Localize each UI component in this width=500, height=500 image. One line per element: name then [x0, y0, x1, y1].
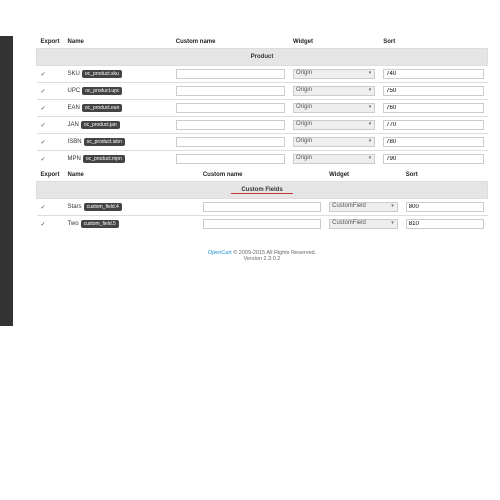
export-checkbox[interactable]: ✓: [41, 106, 46, 112]
product-row: ✓ MPNoc_product.mpn Origin: [37, 151, 488, 168]
field-tag: oc_product.upc: [82, 87, 122, 95]
field-label: Stars: [68, 204, 82, 210]
export-checkbox[interactable]: ✓: [41, 123, 46, 129]
sort-input[interactable]: [383, 86, 483, 96]
header-custom-name: Custom name: [199, 169, 325, 182]
custom-field-row: ✓ Starscustom_field.4 CustomField: [37, 199, 488, 216]
widget-select[interactable]: Origin: [293, 154, 375, 164]
header-widget: Widget: [289, 36, 379, 49]
sort-input[interactable]: [406, 202, 484, 212]
export-checkbox[interactable]: ✓: [41, 205, 46, 211]
field-tag: oc_product.ean: [82, 104, 122, 112]
widget-select[interactable]: Origin: [293, 120, 375, 130]
field-label: ISBN: [68, 139, 82, 145]
product-row: ✓ JANoc_product.jan Origin: [37, 117, 488, 134]
sort-input[interactable]: [383, 103, 483, 113]
header-sort: Sort: [379, 36, 487, 49]
field-tag: custom_field.5: [81, 220, 119, 228]
widget-select[interactable]: CustomField: [329, 202, 398, 212]
custom-name-input[interactable]: [203, 202, 321, 212]
field-label: SKU: [68, 71, 80, 77]
field-label: UPC: [68, 88, 81, 94]
field-label: MPN: [68, 156, 81, 162]
custom-name-input[interactable]: [176, 69, 285, 79]
field-tag: oc_product.isbn: [84, 138, 125, 146]
section-product: Product: [37, 49, 488, 66]
section-custom-fields: Custom Fields: [37, 182, 488, 199]
main-content: Export Name Custom name Widget Sort Prod…: [36, 36, 488, 262]
product-row: ✓ ISBNoc_product.isbn Origin: [37, 134, 488, 151]
header-custom-name: Custom name: [172, 36, 289, 49]
header-sort: Sort: [402, 169, 488, 182]
field-label: EAN: [68, 105, 80, 111]
widget-select[interactable]: Origin: [293, 103, 375, 113]
product-row: ✓ UPCoc_product.upc Origin: [37, 83, 488, 100]
export-checkbox[interactable]: ✓: [41, 157, 46, 163]
section-product-label: Product: [251, 54, 274, 60]
header-widget: Widget: [325, 169, 402, 182]
sort-input[interactable]: [383, 120, 483, 130]
footer-brand-link[interactable]: OpenCart: [208, 250, 232, 256]
section-custom-fields-label: Custom Fields: [241, 187, 282, 193]
custom-field-row: ✓ Twocustom_field.5 CustomField: [37, 216, 488, 233]
field-tag: oc_product.jan: [81, 121, 120, 129]
export-checkbox[interactable]: ✓: [41, 222, 46, 228]
header-export: Export: [37, 36, 64, 49]
header-export: Export: [37, 169, 64, 182]
custom-name-input[interactable]: [176, 103, 285, 113]
table-header-row: Export Name Custom name Widget Sort: [37, 169, 488, 182]
sort-input[interactable]: [406, 219, 484, 229]
export-checkbox[interactable]: ✓: [41, 89, 46, 95]
widget-select[interactable]: Origin: [293, 69, 375, 79]
widget-select[interactable]: CustomField: [329, 219, 398, 229]
field-tag: oc_product.sku: [82, 70, 122, 78]
footer: OpenCart © 2009-2015 All Rights Reserved…: [36, 250, 488, 262]
sort-input[interactable]: [383, 154, 483, 164]
product-row: ✓ EANoc_product.ean Origin: [37, 100, 488, 117]
field-label: Two: [68, 221, 79, 227]
sort-input[interactable]: [383, 69, 483, 79]
field-label: JAN: [68, 122, 79, 128]
footer-version: Version 2.3.0.2: [36, 256, 488, 262]
export-checkbox[interactable]: ✓: [41, 72, 46, 78]
custom-name-input[interactable]: [203, 219, 321, 229]
widget-select[interactable]: Origin: [293, 137, 375, 147]
table-header-row: Export Name Custom name Widget Sort: [37, 36, 488, 49]
export-checkbox[interactable]: ✓: [41, 140, 46, 146]
custom-name-input[interactable]: [176, 154, 285, 164]
header-name: Name: [64, 36, 172, 49]
header-name: Name: [64, 169, 199, 182]
custom-name-input[interactable]: [176, 120, 285, 130]
sort-input[interactable]: [383, 137, 483, 147]
admin-sidebar: [0, 36, 13, 326]
custom-name-input[interactable]: [176, 86, 285, 96]
custom-name-input[interactable]: [176, 137, 285, 147]
field-tag: oc_product.mpn: [83, 155, 125, 163]
widget-select[interactable]: Origin: [293, 86, 375, 96]
field-tag: custom_field.4: [84, 203, 122, 211]
product-row: ✓ SKUoc_product.sku Origin: [37, 66, 488, 83]
product-table: Export Name Custom name Widget Sort Prod…: [36, 36, 488, 167]
custom-fields-table: Export Name Custom name Widget Sort Cust…: [36, 169, 488, 232]
